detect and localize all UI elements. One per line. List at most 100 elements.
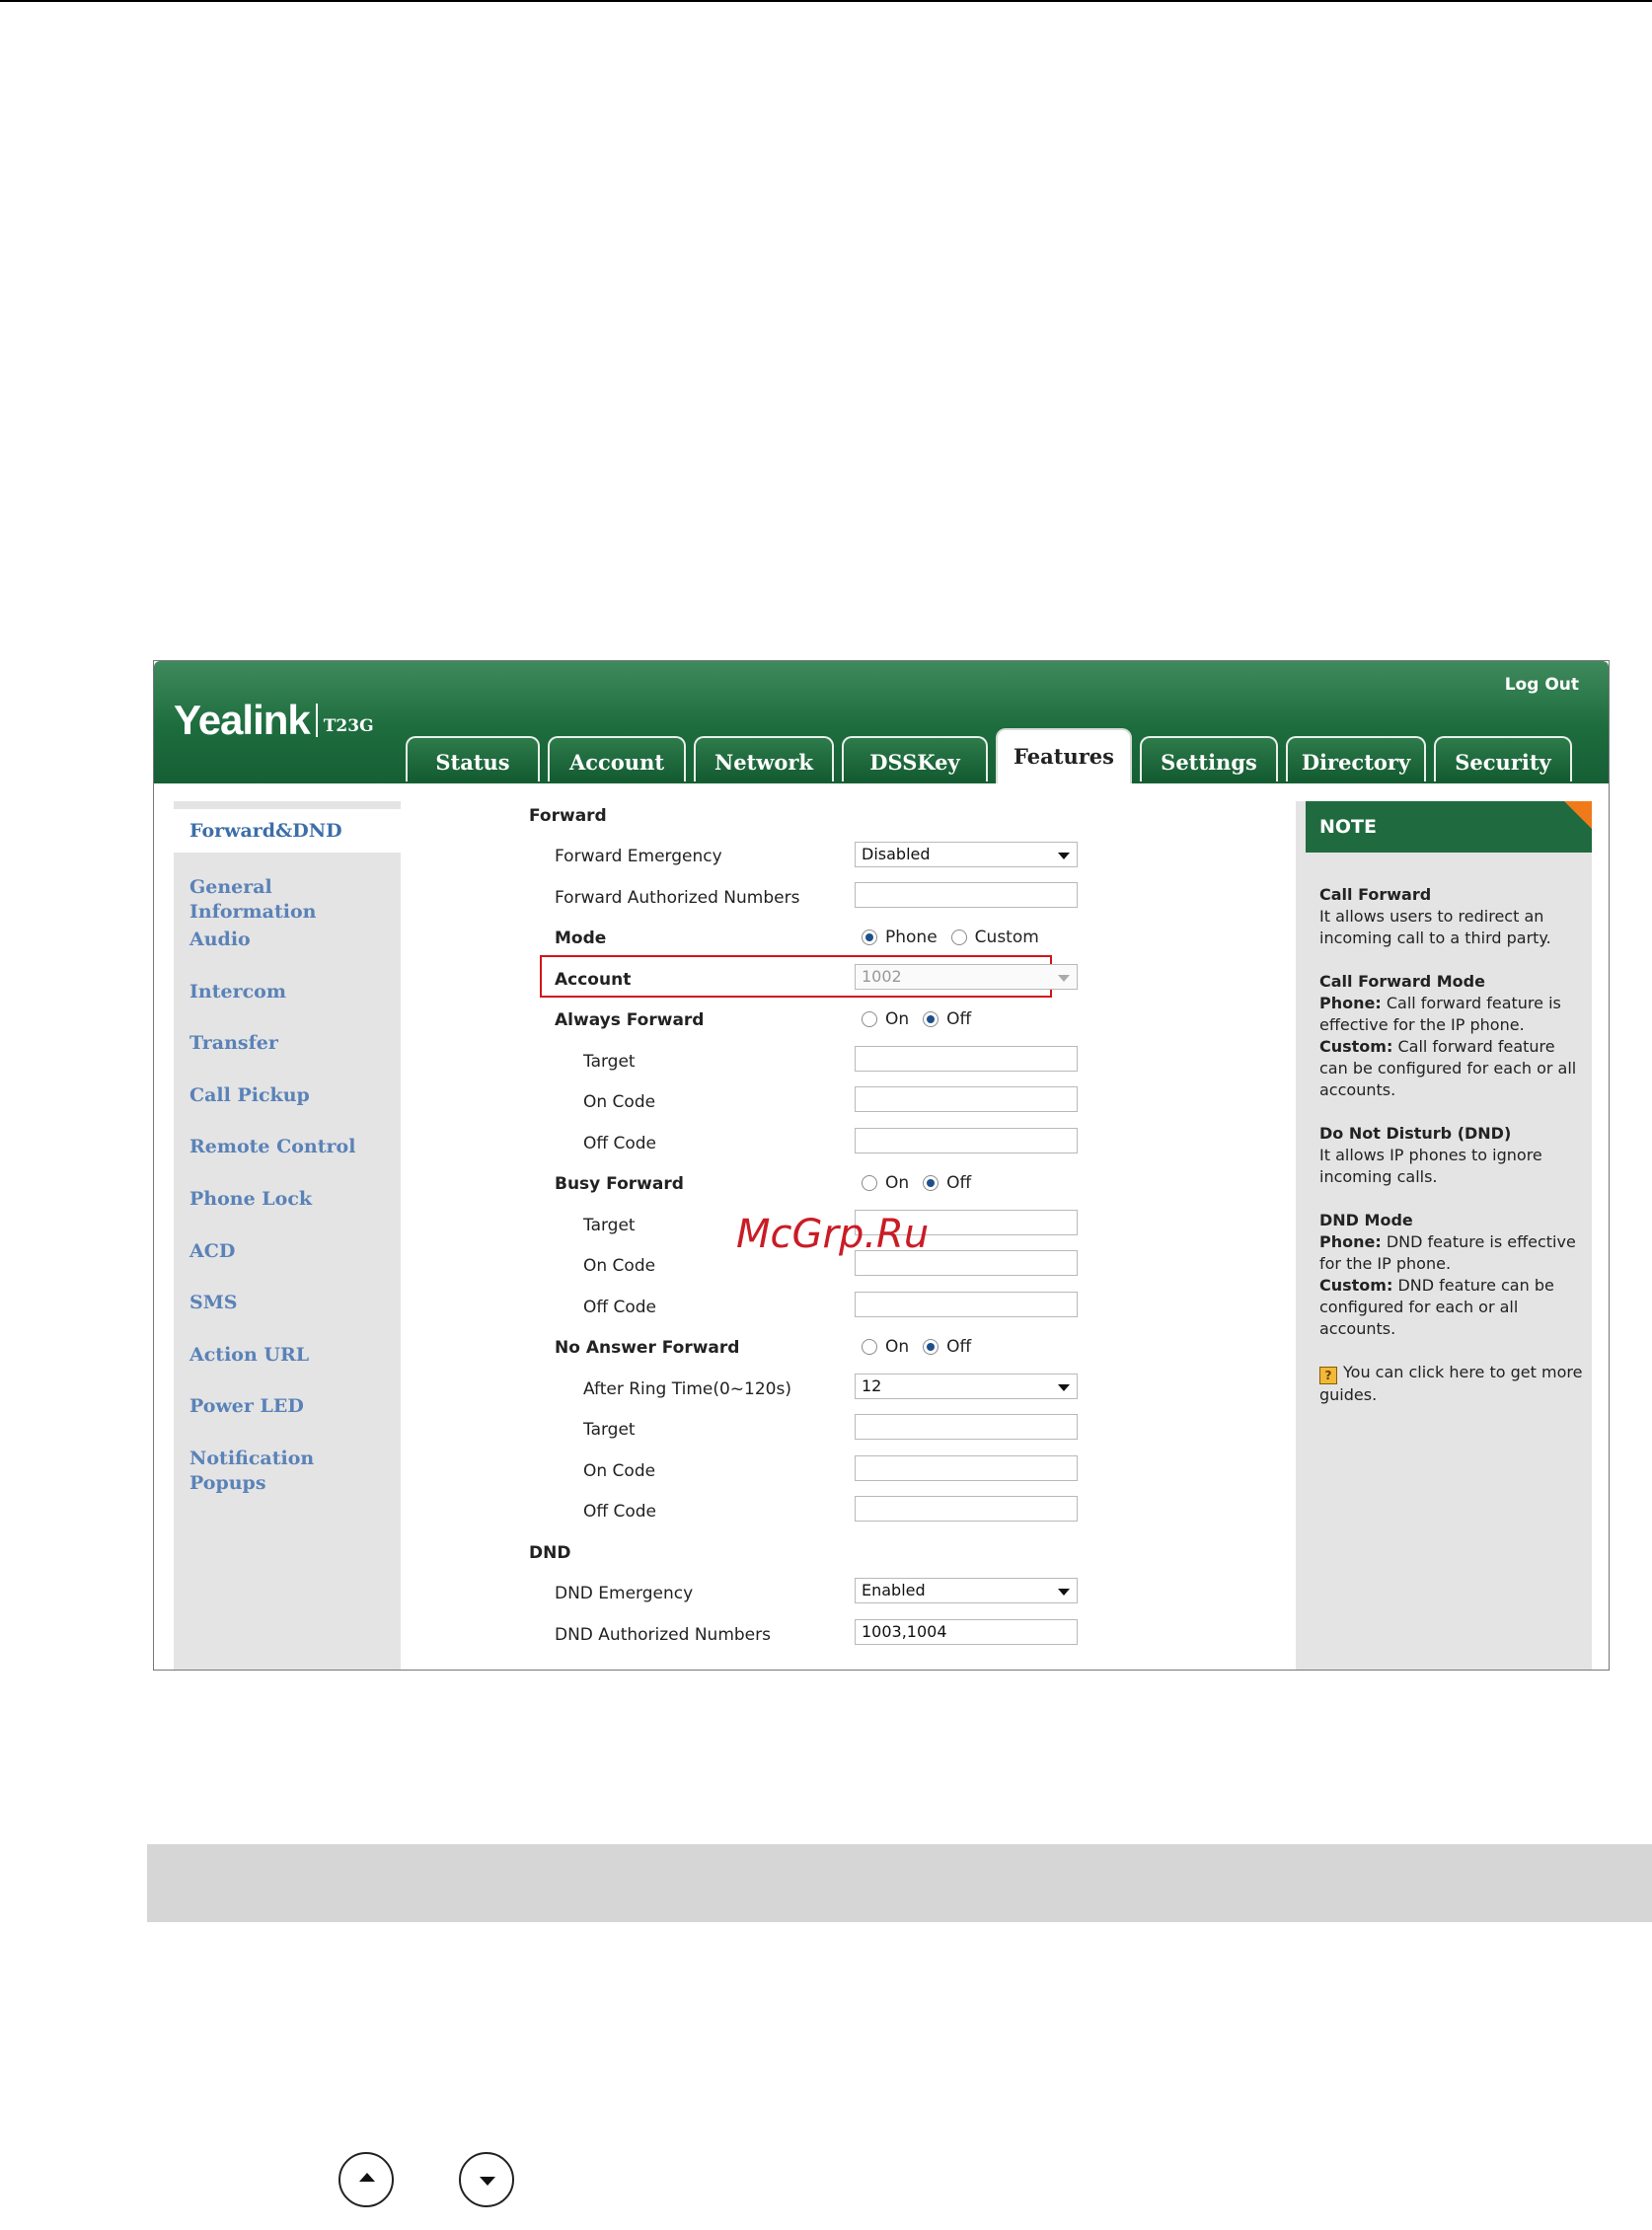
no-answer-target-label: Target <box>583 1420 636 1440</box>
section-dnd: DND <box>529 1543 571 1563</box>
sidebar-item-power-led[interactable]: Power LED <box>189 1394 382 1419</box>
arrow-up-icon <box>359 2173 375 2182</box>
after-ring-time-label: After Ring Time(0~120s) <box>583 1379 791 1399</box>
always-forward-radio-group: On Off <box>862 1009 985 1033</box>
sidebar-item-general-information[interactable]: General Information <box>189 875 382 925</box>
note-mode-title: Call Forward Mode <box>1319 972 1485 991</box>
sidebar-item-phone-lock[interactable]: Phone Lock <box>189 1187 382 1212</box>
busy-forward-on-label: On <box>885 1173 910 1193</box>
note-body: Call Forward It allows users to redirect… <box>1319 884 1586 1428</box>
arrow-down-icon <box>480 2177 495 2186</box>
yealink-logo: Yealink T23G <box>174 697 374 744</box>
sidebar-item-sms[interactable]: SMS <box>189 1291 382 1315</box>
dnd-authorized-input[interactable]: 1003,1004 <box>855 1619 1078 1645</box>
dnd-emergency-label: DND Emergency <box>555 1584 694 1603</box>
always-forward-off-label: Off <box>946 1009 972 1029</box>
sidebar-item-general-line2: Information <box>189 901 317 923</box>
sidebar-item-forward-dnd[interactable]: Forward&DND <box>174 809 401 853</box>
watermark: McGrp.Ru <box>736 1212 930 1257</box>
mode-radio-group: Phone Custom <box>862 928 1053 951</box>
note-dnd-mode-title: DND Mode <box>1319 1211 1413 1229</box>
sidebar-item-transfer[interactable]: Transfer <box>189 1031 382 1056</box>
sidebar-item-remote-control[interactable]: Remote Control <box>189 1135 382 1159</box>
tab-settings[interactable]: Settings <box>1140 736 1278 781</box>
busy-on-code-label: On Code <box>583 1256 656 1276</box>
note-mode-phone-key: Phone: <box>1319 994 1382 1012</box>
dnd-emergency-select[interactable]: Enabled <box>855 1578 1078 1603</box>
always-target-input[interactable] <box>855 1046 1078 1072</box>
busy-off-code-input[interactable] <box>855 1292 1078 1317</box>
busy-forward-on-radio[interactable] <box>862 1175 877 1191</box>
note-call-forward-title: Call Forward <box>1319 885 1432 904</box>
busy-forward-label: Busy Forward <box>555 1174 684 1194</box>
always-off-code-input[interactable] <box>855 1128 1078 1153</box>
no-answer-forward-on-radio[interactable] <box>862 1339 877 1355</box>
panel-divider <box>1296 801 1306 1670</box>
forward-authorized-input[interactable] <box>855 882 1078 908</box>
no-answer-forward-radio-group: On Off <box>862 1337 985 1361</box>
mode-custom-label: Custom <box>974 928 1039 947</box>
note-dnd-title: Do Not Disturb (DND) <box>1319 1124 1512 1143</box>
always-forward-on-radio[interactable] <box>862 1011 877 1027</box>
account-label: Account <box>555 970 632 990</box>
no-answer-forward-label: No Answer Forward <box>555 1338 740 1358</box>
no-answer-target-input[interactable] <box>855 1414 1078 1440</box>
logo-divider <box>315 704 318 737</box>
mode-custom-radio[interactable] <box>950 929 967 945</box>
forward-emergency-label: Forward Emergency <box>555 847 722 866</box>
scroll-down-button[interactable] <box>459 2152 514 2207</box>
no-answer-on-code-label: On Code <box>583 1461 656 1481</box>
note-mode-custom-key: Custom: <box>1319 1037 1393 1056</box>
forward-emergency-select[interactable]: Disabled <box>855 842 1078 867</box>
always-forward-on-label: On <box>885 1009 910 1029</box>
sidebar-item-audio[interactable]: Audio <box>189 928 382 952</box>
gray-band <box>147 1844 1652 1922</box>
sidebar-item-acd[interactable]: ACD <box>189 1239 382 1264</box>
body-area: Forward&DND General Information Audio In… <box>154 783 1609 1670</box>
sidebar-item-call-pickup[interactable]: Call Pickup <box>189 1083 382 1108</box>
sidebar-item-notification-popups[interactable]: Notification Popups <box>189 1447 382 1496</box>
tab-security[interactable]: Security <box>1434 736 1572 781</box>
always-on-code-input[interactable] <box>855 1086 1078 1112</box>
always-off-code-label: Off Code <box>583 1134 657 1153</box>
no-answer-off-code-input[interactable] <box>855 1496 1078 1522</box>
mode-phone-label: Phone <box>885 928 938 947</box>
note-corner-icon <box>1564 801 1592 829</box>
no-answer-on-code-input[interactable] <box>855 1455 1078 1481</box>
top-rule <box>0 0 1652 2</box>
note-guide-text: You can click here to get more guides. <box>1319 1363 1583 1404</box>
after-ring-time-select[interactable]: 12 <box>855 1374 1078 1399</box>
account-select[interactable]: 1002 <box>855 964 1078 990</box>
tab-status[interactable]: Status <box>406 736 540 781</box>
note-dnd-custom-key: Custom: <box>1319 1276 1393 1295</box>
web-ui-screenshot: Yealink T23G Log Out Status Account Netwo… <box>153 660 1610 1671</box>
sidebar-item-action-url[interactable]: Action URL <box>189 1343 382 1368</box>
forward-authorized-label: Forward Authorized Numbers <box>555 888 800 908</box>
no-answer-forward-off-radio[interactable] <box>923 1339 939 1355</box>
busy-forward-radio-group: On Off <box>862 1173 985 1197</box>
logo-text: Yealink <box>174 697 311 743</box>
tab-dsskey[interactable]: DSSKey <box>842 736 988 781</box>
section-forward: Forward <box>529 806 607 826</box>
note-call-forward-text: It allows users to redirect an incoming … <box>1319 907 1551 947</box>
logout-link[interactable]: Log Out <box>1505 675 1579 695</box>
tab-account[interactable]: Account <box>548 736 686 781</box>
tab-directory[interactable]: Directory <box>1286 736 1426 781</box>
mode-label: Mode <box>555 929 607 948</box>
always-forward-off-radio[interactable] <box>923 1011 939 1027</box>
note-dnd-phone-key: Phone: <box>1319 1232 1382 1251</box>
busy-forward-off-radio[interactable] <box>923 1175 939 1191</box>
sidebar-item-intercom[interactable]: Intercom <box>189 980 382 1004</box>
tab-features[interactable]: Features <box>996 728 1132 783</box>
tab-network[interactable]: Network <box>694 736 834 781</box>
no-answer-off-code-label: Off Code <box>583 1502 657 1522</box>
always-target-label: Target <box>583 1052 636 1072</box>
note-guide-link[interactable]: ? You can click here to get more guides. <box>1319 1362 1586 1406</box>
scroll-up-button[interactable] <box>338 2152 394 2207</box>
always-forward-label: Always Forward <box>555 1010 705 1030</box>
header-bar: Yealink T23G Log Out Status Account Netwo… <box>154 661 1609 783</box>
note-panel: NOTE Call Forward It allows users to red… <box>1306 801 1592 1670</box>
guide-book-icon: ? <box>1319 1367 1337 1384</box>
note-title: NOTE <box>1306 801 1592 853</box>
mode-phone-radio[interactable] <box>862 929 877 945</box>
